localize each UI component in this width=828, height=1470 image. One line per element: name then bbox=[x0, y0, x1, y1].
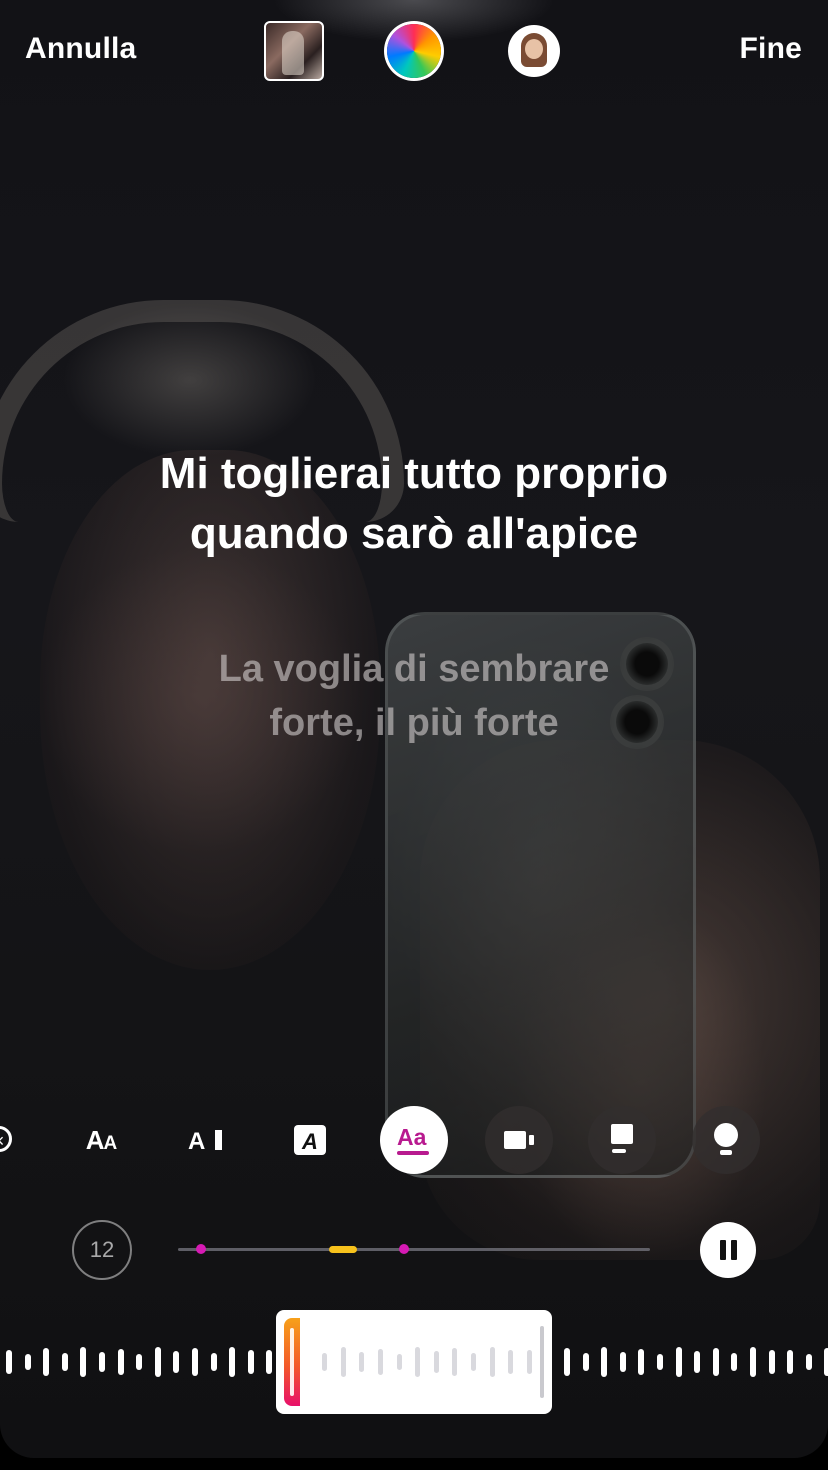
waveform-bar bbox=[210, 1353, 217, 1371]
text-style-karaoke-icon: Aa bbox=[397, 1124, 429, 1155]
album-card-side bbox=[529, 1135, 534, 1145]
text-style-cursor-icon: A bbox=[188, 1128, 222, 1152]
pause-button[interactable] bbox=[700, 1222, 756, 1278]
waveform-bar bbox=[489, 1347, 495, 1377]
waveform-bar bbox=[750, 1347, 756, 1377]
music-card-art bbox=[611, 1124, 633, 1144]
music-card-button[interactable] bbox=[588, 1106, 656, 1174]
waveform-bar bbox=[694, 1351, 701, 1373]
cursor-letter: A bbox=[188, 1128, 205, 1152]
bulb-base bbox=[720, 1150, 732, 1155]
color-wheel-icon[interactable] bbox=[387, 24, 441, 78]
top-toolbar: Annulla Fine bbox=[0, 0, 828, 100]
waveform-bar bbox=[340, 1347, 346, 1377]
waveform-bar bbox=[712, 1348, 719, 1376]
waveform-bar bbox=[24, 1354, 31, 1370]
waveform-bar bbox=[564, 1348, 570, 1376]
waveform-bar bbox=[452, 1348, 458, 1376]
waveform-bar bbox=[638, 1349, 645, 1375]
waveform-bar bbox=[136, 1354, 143, 1370]
audio-waveform[interactable] bbox=[0, 1310, 828, 1414]
duration-button[interactable]: 12 bbox=[72, 1220, 132, 1280]
waveform-bar bbox=[805, 1354, 812, 1370]
light-bulb-icon bbox=[714, 1123, 738, 1155]
light-bulb-button[interactable] bbox=[692, 1106, 760, 1174]
lyric-current-text: Mi toglierai tutto proprio quando sarò a… bbox=[159, 449, 669, 558]
selection-start-handle[interactable] bbox=[284, 1318, 300, 1406]
waveform-bar bbox=[247, 1350, 254, 1374]
album-card-icon bbox=[504, 1131, 534, 1149]
album-card-body bbox=[504, 1131, 526, 1149]
selection-window[interactable] bbox=[276, 1310, 552, 1414]
waveform-bar bbox=[508, 1350, 514, 1374]
text-style-boxed-icon: A bbox=[294, 1125, 326, 1155]
waveform-bar bbox=[173, 1351, 180, 1373]
waveform-bar bbox=[154, 1347, 161, 1377]
waveform-bar bbox=[117, 1349, 124, 1375]
lyric-next-text: La voglia di sembrare forte, il più fort… bbox=[218, 648, 610, 744]
karaoke-letters: Aa bbox=[397, 1124, 427, 1150]
bulb-glass bbox=[714, 1123, 738, 1147]
waveform-bar bbox=[433, 1351, 439, 1373]
background-photo-hand bbox=[420, 740, 820, 1260]
music-card-icon bbox=[611, 1124, 633, 1153]
photo-thumbnail-icon[interactable] bbox=[264, 21, 324, 81]
waveform-bar bbox=[415, 1347, 421, 1377]
playhead-indicator[interactable] bbox=[329, 1246, 357, 1253]
done-button[interactable]: Fine bbox=[740, 32, 802, 66]
waveform-bar bbox=[675, 1347, 682, 1377]
waveform-bar bbox=[601, 1347, 608, 1377]
waveform-bar bbox=[619, 1352, 626, 1372]
lyric-current-line[interactable]: Mi toglierai tutto proprio quando sarò a… bbox=[0, 444, 828, 564]
waveform-bar bbox=[61, 1353, 68, 1371]
selection-end-handle[interactable] bbox=[540, 1326, 544, 1398]
lyrics-style-bar: × AA A A Aa bbox=[0, 1106, 828, 1176]
waveform-bar bbox=[229, 1347, 236, 1377]
waveform-bar bbox=[396, 1354, 402, 1370]
boxed-letter: A bbox=[301, 1129, 318, 1154]
waveform-bar bbox=[657, 1354, 663, 1370]
text-style-boxed-button[interactable]: A bbox=[276, 1106, 344, 1174]
waveform-bar bbox=[787, 1350, 794, 1374]
timeline-track[interactable] bbox=[178, 1248, 650, 1251]
cursor-bar bbox=[215, 1130, 222, 1150]
text-style-karaoke-button[interactable]: Aa bbox=[380, 1106, 448, 1174]
text-style-caps-icon: AA bbox=[85, 1124, 117, 1155]
pause-icon bbox=[719, 1240, 726, 1260]
waveform-bar bbox=[824, 1348, 828, 1376]
waveform-bar bbox=[192, 1348, 198, 1376]
album-card-button[interactable] bbox=[485, 1106, 553, 1174]
waveform-bar bbox=[378, 1349, 383, 1375]
waveform-bar bbox=[80, 1347, 87, 1377]
waveform-bar bbox=[359, 1352, 365, 1372]
waveform-bar bbox=[266, 1350, 273, 1374]
pause-icon-bar bbox=[730, 1240, 737, 1260]
waveform-bar bbox=[6, 1350, 12, 1374]
text-style-caps-button[interactable]: AA bbox=[67, 1106, 135, 1174]
waveform-bar bbox=[99, 1352, 105, 1372]
text-style-cursor-button[interactable]: A bbox=[173, 1106, 241, 1174]
lyrics-timeline: 12 bbox=[0, 1218, 828, 1282]
lyric-marker-dot bbox=[196, 1244, 206, 1254]
waveform-bar bbox=[768, 1350, 775, 1374]
waveform-bar bbox=[582, 1353, 589, 1371]
waveform-bar bbox=[526, 1350, 532, 1374]
avatar-icon[interactable] bbox=[508, 25, 560, 77]
karaoke-underline bbox=[397, 1151, 429, 1155]
waveform-bar bbox=[322, 1353, 328, 1371]
waveform-bar bbox=[43, 1348, 50, 1376]
lyric-next-line: La voglia di sembrare forte, il più fort… bbox=[0, 642, 828, 750]
lyric-marker-dot bbox=[399, 1244, 409, 1254]
cancel-button[interactable]: Annulla bbox=[25, 32, 136, 66]
story-canvas: Annulla Fine Mi toglierai tutto proprio … bbox=[0, 0, 828, 1458]
waveform-bar bbox=[471, 1353, 476, 1371]
waveform-bar bbox=[731, 1353, 738, 1371]
close-icon[interactable]: × bbox=[0, 1126, 12, 1152]
music-card-line bbox=[612, 1149, 626, 1153]
